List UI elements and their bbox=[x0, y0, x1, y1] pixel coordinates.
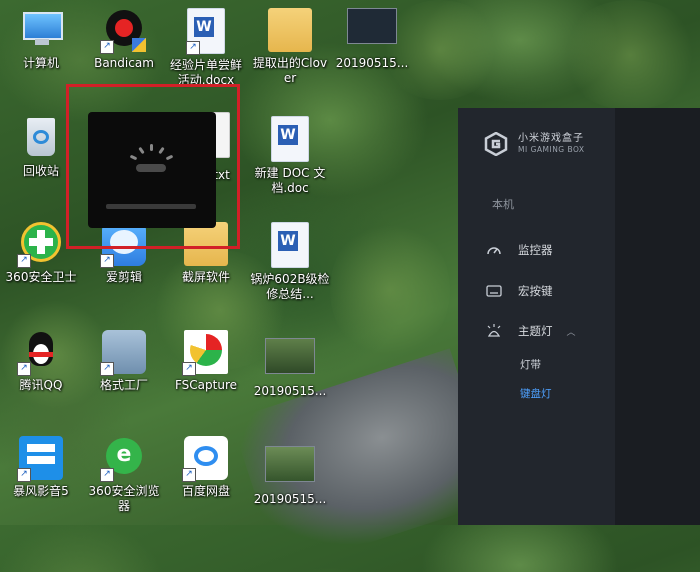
loading-popup bbox=[88, 112, 216, 228]
foliage bbox=[560, 0, 700, 110]
desktop-icon-label: 360安全卫士 bbox=[5, 270, 77, 284]
desktop-icon-label: 截屏软件 bbox=[181, 270, 230, 284]
sub-item-label: 键盘灯 bbox=[520, 388, 552, 400]
desktop-icon-label: 20190515... bbox=[335, 56, 409, 70]
desktop-icon-label: 提取出的Clover bbox=[252, 56, 328, 85]
shortcut-arrow-icon: ↗ bbox=[182, 468, 196, 482]
video-thumbnail-icon bbox=[265, 338, 315, 374]
chevron-up-icon: ︿ bbox=[566, 327, 576, 338]
shortcut-arrow-icon: ↗ bbox=[182, 362, 196, 376]
recycle-bin-icon bbox=[19, 116, 63, 160]
keyboard-icon bbox=[486, 284, 502, 298]
nav-item-label: 监控器 bbox=[518, 243, 553, 257]
desktop-icon-label: 锅炉602B级检修总结... bbox=[250, 272, 330, 301]
desktop-icon-label: Bandicam bbox=[94, 56, 154, 70]
desktop-icon-new-doc[interactable]: W 新建 DOC 文档.doc bbox=[250, 116, 330, 196]
desktop-icon-360-browser[interactable]: e ↗ 360安全浏览器 bbox=[84, 436, 164, 514]
qq-penguin-icon: ↗ bbox=[17, 330, 63, 376]
word-doc-icon: W ↗ bbox=[186, 8, 225, 55]
gauge-icon bbox=[486, 243, 502, 257]
desktop-icon-folder-clover[interactable]: 提取出的Clover bbox=[250, 8, 330, 86]
shortcut-arrow-icon: ↗ bbox=[100, 40, 114, 54]
desktop-icon-label: 腾讯QQ bbox=[19, 378, 63, 392]
desktop-icon-label: 20190515... bbox=[253, 384, 327, 398]
360-safe-icon: ↗ bbox=[17, 222, 63, 268]
shortcut-arrow-icon: ↗ bbox=[186, 41, 200, 55]
desktop-icon-label: 20190515... bbox=[253, 492, 327, 506]
gaming-box-content bbox=[615, 108, 700, 525]
nav-item-label: 宏按键 bbox=[518, 284, 553, 298]
nav-item-monitor[interactable]: 监控器 bbox=[486, 242, 553, 258]
shortcut-arrow-icon: ↗ bbox=[17, 468, 31, 482]
mi-gaming-logo-icon bbox=[484, 131, 508, 157]
section-local-label: 本机 bbox=[492, 198, 514, 211]
desktop-icon-label: 新建 DOC 文档.doc bbox=[254, 166, 326, 195]
sub-item-keyboard-light[interactable]: 键盘灯 bbox=[520, 386, 552, 401]
desktop-icon-label: 暴风影音5 bbox=[13, 484, 69, 498]
desktop-icon-fscapture[interactable]: ↗ FSCapture bbox=[166, 330, 246, 393]
desktop-icon-label: 爱剪辑 bbox=[105, 270, 142, 284]
baofeng-player-icon: ↗ bbox=[17, 436, 63, 482]
desktop-icon-baofeng[interactable]: ↗ 暴风影音5 bbox=[1, 436, 81, 499]
nav-item-macro-keys[interactable]: 宏按键 bbox=[486, 283, 553, 299]
desktop-icon-label: 格式工厂 bbox=[99, 378, 148, 392]
computer-icon bbox=[19, 8, 63, 52]
desktop-icon-video-2[interactable]: 20190515... bbox=[250, 338, 330, 399]
loading-spinner-icon bbox=[129, 144, 174, 164]
format-factory-icon: ↗ bbox=[100, 330, 146, 376]
gaming-box-brand: 小米游戏盒子 MI GAMING BOX bbox=[484, 131, 585, 157]
shortcut-arrow-icon: ↗ bbox=[100, 468, 114, 482]
shortcut-arrow-icon: ↗ bbox=[100, 254, 114, 268]
desktop-icon-baidu-netdisk[interactable]: ↗ 百度网盘 bbox=[166, 436, 246, 499]
nav-item-label: 主题灯 bbox=[518, 324, 553, 338]
desktop-icon-format-factory[interactable]: ↗ 格式工厂 bbox=[84, 330, 164, 393]
desktop-icon-bandicam[interactable]: ↗ Bandicam bbox=[84, 8, 164, 71]
desktop-icon-video-3[interactable]: 20190515... bbox=[250, 446, 330, 507]
folder-icon bbox=[268, 8, 312, 52]
desktop-icon-qq[interactable]: ↗ 腾讯QQ bbox=[1, 330, 81, 393]
light-icon bbox=[486, 324, 502, 338]
sub-item-label: 灯带 bbox=[520, 359, 541, 371]
brand-title: 小米游戏盒子 bbox=[518, 133, 584, 144]
brand-subtitle: MI GAMING BOX bbox=[518, 145, 585, 154]
desktop-icon-computer[interactable]: 计算机 bbox=[1, 8, 81, 71]
nav-item-theme-light[interactable]: 主题灯 ︿ bbox=[486, 323, 576, 339]
shortcut-arrow-icon: ↗ bbox=[17, 254, 31, 268]
desktop-icon-label: 百度网盘 bbox=[181, 484, 230, 498]
shortcut-arrow-icon: ↗ bbox=[100, 362, 114, 376]
foliage bbox=[330, 220, 450, 360]
progress-track bbox=[106, 204, 196, 209]
word-doc-icon: W bbox=[271, 222, 309, 268]
desktop-icon-label: FSCapture bbox=[174, 378, 238, 392]
bandicam-icon: ↗ bbox=[100, 8, 146, 54]
desktop-icon-boiler-doc[interactable]: W 锅炉602B级检修总结... bbox=[250, 222, 330, 302]
sub-item-light-strip[interactable]: 灯带 bbox=[520, 357, 541, 372]
loading-indicator bbox=[136, 164, 166, 172]
baidu-netdisk-icon: ↗ bbox=[182, 436, 228, 482]
video-thumbnail-icon bbox=[265, 446, 315, 482]
shortcut-arrow-icon: ↗ bbox=[17, 362, 31, 376]
word-doc-icon: W bbox=[271, 116, 309, 162]
desktop-icon-label: 计算机 bbox=[22, 56, 59, 70]
desktop-icon-label: 360安全浏览器 bbox=[88, 484, 160, 513]
desktop-icon-video-1[interactable]: 20190515... bbox=[332, 8, 412, 71]
fscapture-icon: ↗ bbox=[182, 330, 228, 376]
gaming-box-sidebar bbox=[458, 108, 615, 525]
video-thumbnail-icon bbox=[347, 8, 397, 44]
360-browser-icon: e ↗ bbox=[100, 436, 146, 482]
desktop-icon-docx[interactable]: W ↗ 经验片单尝鲜活动.docx bbox=[166, 8, 246, 88]
